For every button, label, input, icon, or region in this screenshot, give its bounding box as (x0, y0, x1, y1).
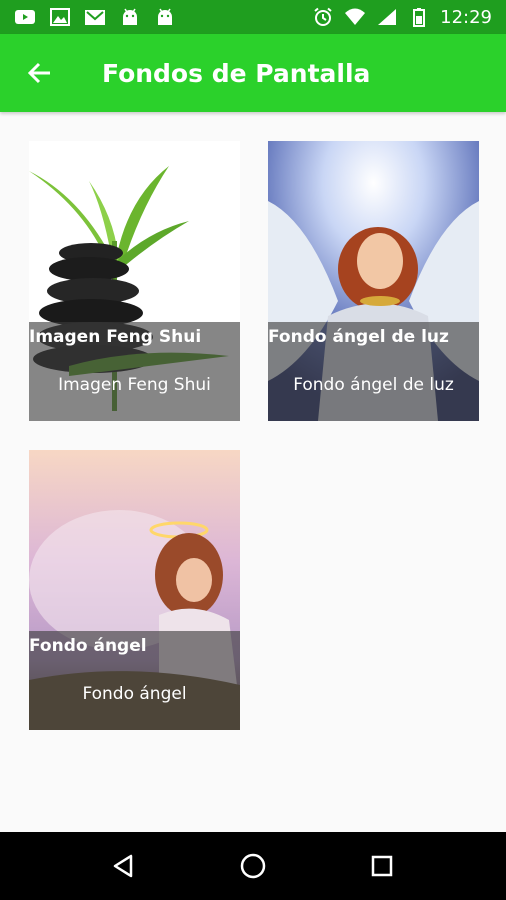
card-overlay: Fondo ángel de luz Fondo ángel de luz (268, 322, 479, 421)
image-icon (49, 7, 71, 27)
youtube-icon (14, 7, 36, 27)
nav-home-button[interactable] (223, 836, 283, 896)
signal-icon (376, 7, 398, 27)
app-bar: Fondos de Pantalla (0, 34, 506, 112)
system-nav-bar (0, 832, 506, 900)
wifi-icon (344, 7, 366, 27)
nav-back-button[interactable] (94, 836, 154, 896)
android-icon (119, 7, 141, 27)
back-button[interactable] (10, 43, 70, 103)
card-title: Imagen Feng Shui (29, 327, 202, 347)
card-subtitle: Fondo ángel de luz (293, 375, 454, 395)
page-title: Fondos de Pantalla (102, 58, 371, 88)
wallpaper-card-feng-shui[interactable]: Imagen Feng Shui Imagen Feng Shui (29, 141, 240, 421)
alarm-icon (312, 7, 334, 27)
wallpaper-card-angel-light[interactable]: Fondo ángel de luz Fondo ángel de luz (268, 141, 479, 421)
android-icon (154, 7, 176, 27)
home-circle-icon (238, 851, 268, 881)
wallpaper-card-angel[interactable]: Fondo ángel Fondo ángel (29, 450, 240, 730)
card-title: Fondo ángel de luz (268, 327, 449, 347)
arrow-back-icon (26, 59, 54, 87)
status-time: 12:29 (440, 6, 492, 28)
back-triangle-icon (109, 851, 139, 881)
card-subtitle: Imagen Feng Shui (58, 375, 211, 395)
gmail-icon (84, 7, 106, 27)
recents-square-icon (367, 851, 397, 881)
status-bar: 12:29 (0, 0, 506, 34)
nav-recents-button[interactable] (352, 836, 412, 896)
battery-icon (408, 7, 430, 27)
card-overlay: Imagen Feng Shui Imagen Feng Shui (29, 322, 240, 421)
card-overlay: Fondo ángel Fondo ángel (29, 631, 240, 730)
card-title: Fondo ángel (29, 636, 147, 656)
card-subtitle: Fondo ángel (82, 684, 187, 704)
